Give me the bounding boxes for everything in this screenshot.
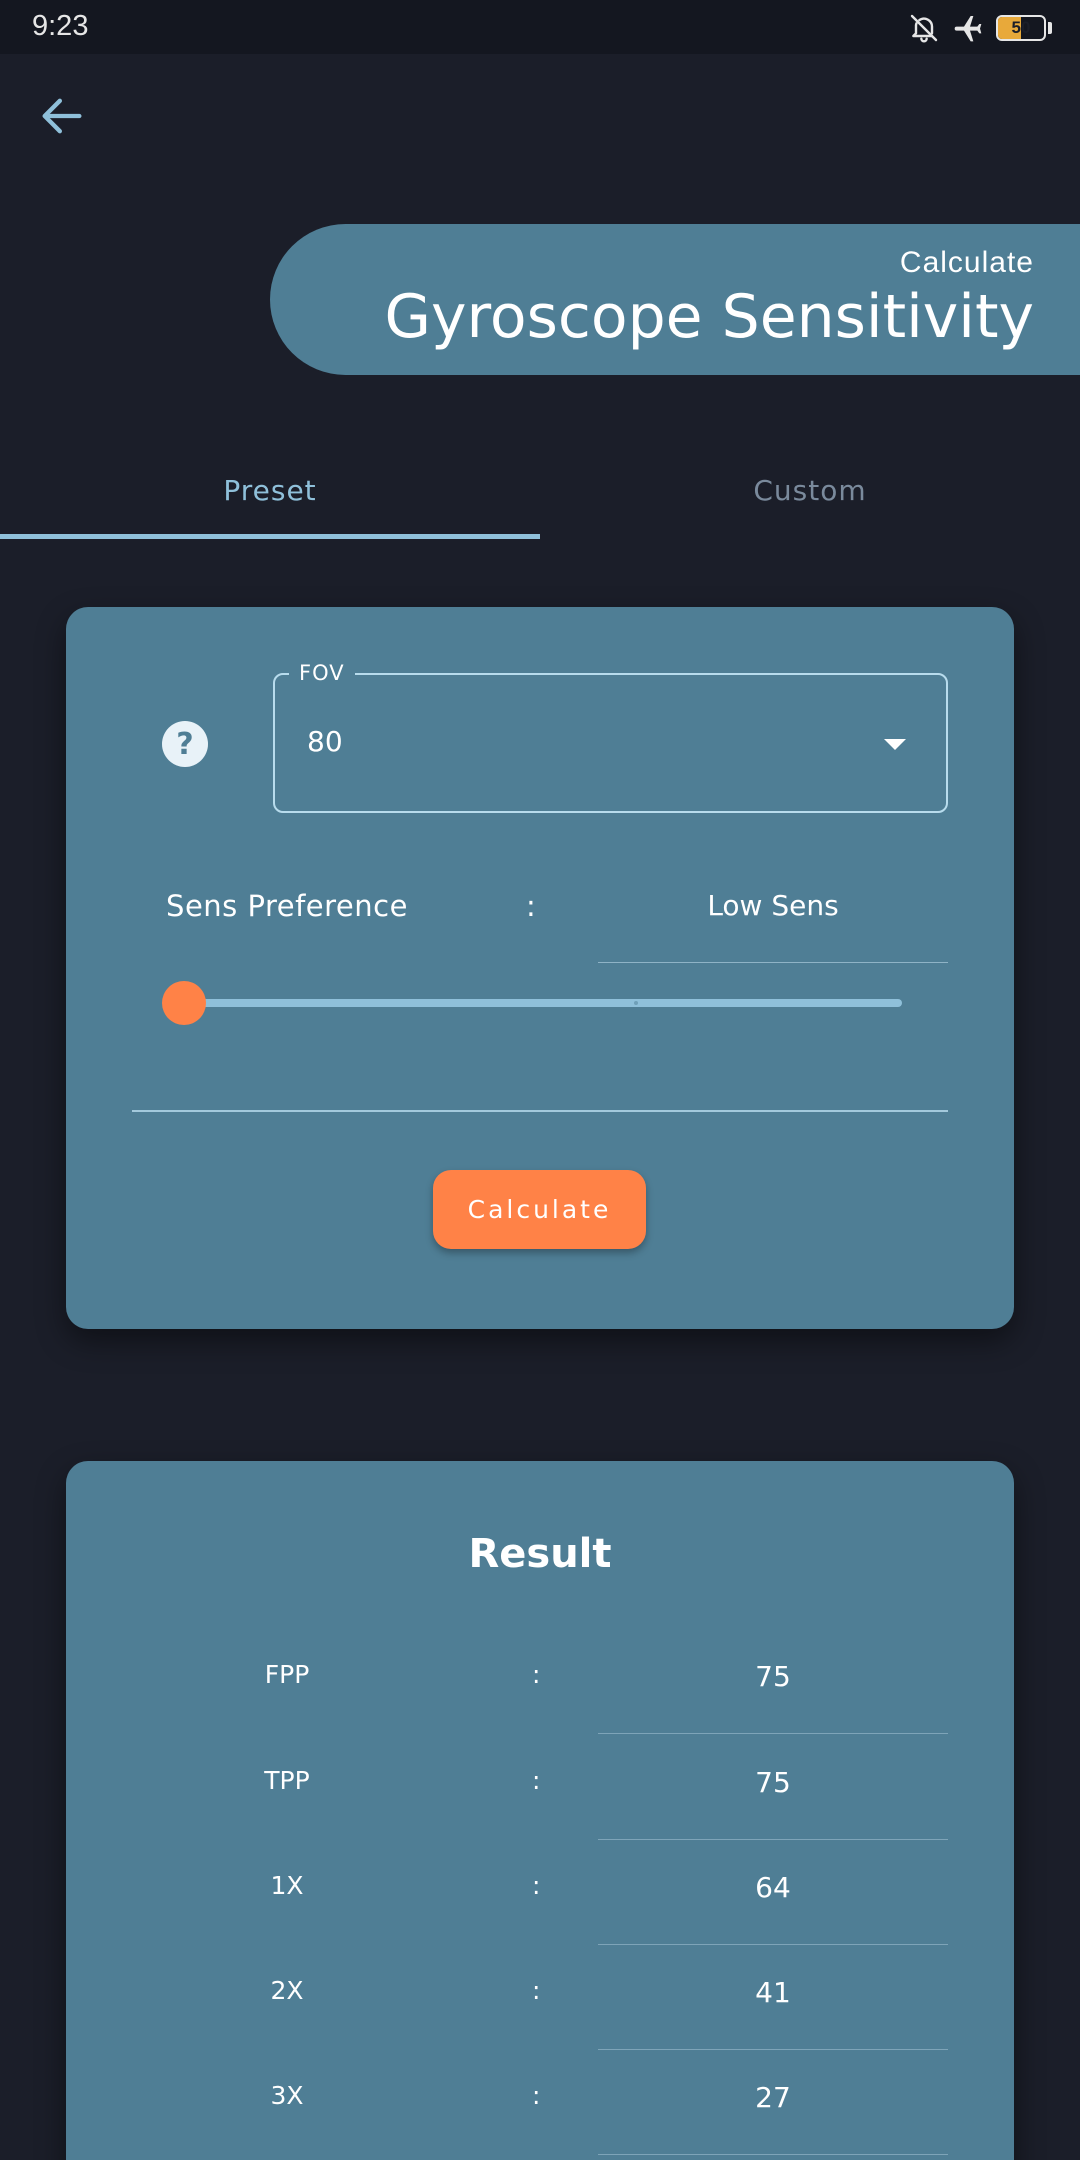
result-row-1x: 1X : 64	[66, 1841, 1014, 1946]
tab-bar: Preset Custom	[0, 440, 1080, 540]
slider-track	[182, 999, 902, 1007]
result-row-fpp: FPP : 75	[66, 1630, 1014, 1735]
dropdown-caret-icon	[884, 739, 906, 750]
fov-value: 80	[307, 725, 343, 758]
result-label: 1X	[270, 1871, 304, 1900]
result-card: Result FPP : 75 TPP : 75 1X : 64 2X : 41…	[66, 1461, 1014, 2160]
sens-preference-underline	[598, 962, 948, 963]
status-icons: 50	[908, 12, 1052, 44]
airplane-icon	[954, 16, 982, 42]
svg-text:?: ?	[176, 727, 193, 762]
result-separator: :	[532, 2081, 541, 2110]
result-label: 3X	[270, 2081, 304, 2110]
result-underline	[598, 1733, 948, 1734]
result-underline	[598, 2049, 948, 2050]
result-separator: :	[532, 1976, 541, 2005]
tab-custom[interactable]: Custom	[540, 440, 1080, 540]
result-underline	[598, 1944, 948, 1945]
result-value: 75	[755, 1660, 791, 1693]
result-label: TPP	[264, 1766, 310, 1795]
result-row-2x: 2X : 41	[66, 1946, 1014, 2051]
back-arrow-icon[interactable]	[36, 90, 88, 142]
result-label: FPP	[264, 1660, 310, 1689]
sens-preference-value: Low Sens	[707, 889, 839, 922]
result-underline	[598, 2154, 948, 2155]
result-underline	[598, 1839, 948, 1840]
tab-preset[interactable]: Preset	[0, 440, 540, 540]
status-bar: 9:23 50	[0, 0, 1080, 54]
result-title: Result	[468, 1531, 612, 1577]
sens-preference-label: Sens Preference	[166, 889, 408, 923]
sens-preference-separator: :	[526, 889, 536, 923]
page-title: Gyroscope Sensitivity	[384, 282, 1034, 352]
sens-preference-slider[interactable]	[162, 981, 902, 1025]
result-value: 41	[755, 1976, 791, 2009]
battery-icon: 50	[996, 15, 1046, 41]
result-row-3x: 3X : 27	[66, 2051, 1014, 2156]
header-subtitle: Calculate	[899, 246, 1034, 279]
help-icon[interactable]: ?	[162, 721, 208, 767]
bell-off-icon	[910, 14, 938, 43]
result-value: 75	[755, 1766, 791, 1799]
card-divider	[132, 1110, 948, 1112]
tab-indicator	[0, 534, 540, 539]
status-time: 9:23	[32, 10, 89, 42]
header-banner: Calculate Gyroscope Sensitivity	[270, 224, 1080, 375]
battery-level-text: 50	[1011, 18, 1031, 37]
result-value: 64	[755, 1871, 791, 1904]
result-label: 2X	[270, 1976, 304, 2005]
result-value: 27	[755, 2081, 791, 2114]
calculate-button[interactable]: Calculate	[433, 1170, 646, 1249]
preset-card: ? FOV 80 Sens Preference : Low Sens Calc…	[66, 607, 1014, 1329]
result-separator: :	[532, 1871, 541, 1900]
result-separator: :	[532, 1660, 541, 1689]
slider-thumb[interactable]	[162, 981, 206, 1025]
battery-nub	[1048, 22, 1052, 34]
result-row-tpp: TPP : 75	[66, 1736, 1014, 1841]
fov-label: FOV	[289, 661, 355, 685]
slider-tick-mark	[634, 1001, 638, 1005]
result-separator: :	[532, 1766, 541, 1795]
fov-dropdown[interactable]: FOV 80	[273, 661, 948, 813]
